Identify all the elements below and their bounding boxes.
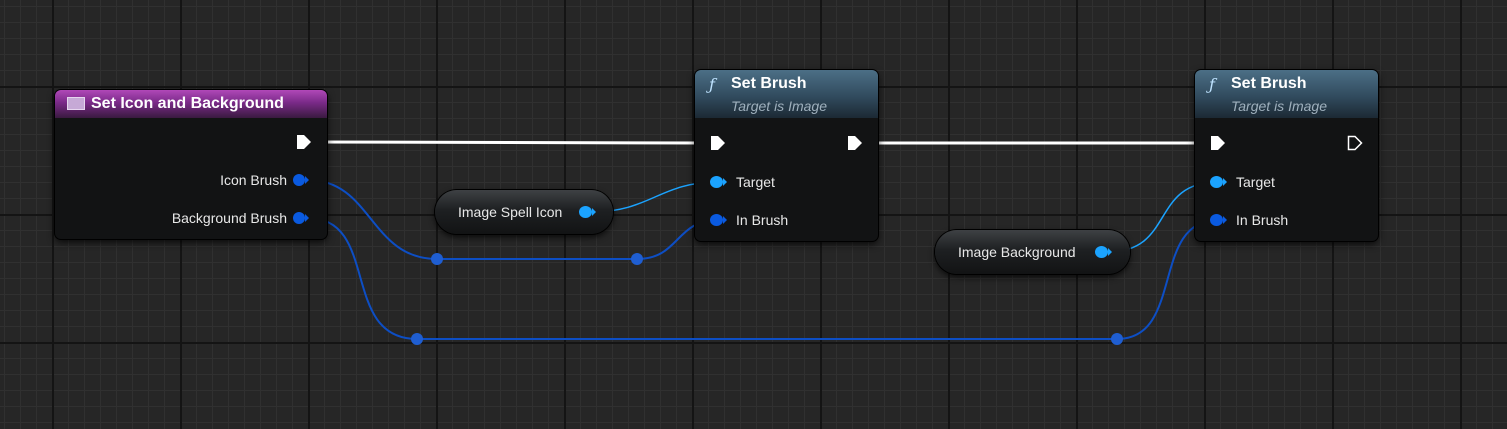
exec-out-pin[interactable] xyxy=(296,134,312,150)
in-brush-pin[interactable] xyxy=(1210,214,1227,226)
event-node-header[interactable]: Set Icon and Background xyxy=(55,90,327,118)
target-pin[interactable] xyxy=(710,176,727,188)
background-brush-pin-label: Background Brush xyxy=(171,210,287,226)
icon-brush-pin[interactable] xyxy=(293,174,309,186)
set-brush-node-1[interactable]: ƒ Set Brush Target is Image Target In Br… xyxy=(695,70,878,241)
event-icon xyxy=(67,97,85,110)
event-node-title: Set Icon and Background xyxy=(91,95,284,112)
target-pin-label: Target xyxy=(1236,174,1275,190)
exec-out-pin-unconnected[interactable] xyxy=(1347,135,1363,151)
target-pin-label: Target xyxy=(736,174,775,190)
variable-label: Image Background xyxy=(958,244,1076,260)
variable-node-image-spell-icon[interactable]: Image Spell Icon xyxy=(435,190,613,234)
set-brush-node-2-subtitle: Target is Image xyxy=(1231,98,1327,114)
set-brush-node-1-header[interactable]: ƒ Set Brush Target is Image xyxy=(695,70,878,118)
set-brush-node-2-title: Set Brush xyxy=(1231,75,1307,92)
set-brush-node-2[interactable]: ƒ Set Brush Target is Image Target In Br… xyxy=(1195,70,1378,241)
event-node-set-icon-and-background[interactable]: Set Icon and Background Icon Brush Backg… xyxy=(55,90,327,239)
icon-brush-pin-label: Icon Brush xyxy=(220,172,287,188)
set-brush-node-2-header[interactable]: ƒ Set Brush Target is Image xyxy=(1195,70,1378,118)
reroute-node-background-brush-1[interactable] xyxy=(411,333,423,345)
in-brush-pin-label: In Brush xyxy=(736,212,789,228)
variable-label: Image Spell Icon xyxy=(458,204,563,220)
variable-output-pin[interactable] xyxy=(1095,246,1112,258)
variable-output-pin[interactable] xyxy=(579,206,596,218)
in-brush-pin[interactable] xyxy=(710,214,727,226)
exec-out-pin[interactable] xyxy=(847,135,863,151)
in-brush-pin-label: In Brush xyxy=(1236,212,1289,228)
reroute-node-icon-brush-1[interactable] xyxy=(431,253,443,265)
background-brush-pin[interactable] xyxy=(293,212,309,224)
set-brush-node-1-title: Set Brush xyxy=(731,75,807,92)
target-pin[interactable] xyxy=(1210,176,1227,188)
variable-node-image-background[interactable]: Image Background xyxy=(935,230,1130,274)
exec-in-pin[interactable] xyxy=(1210,135,1226,151)
function-icon: ƒ xyxy=(1209,75,1215,94)
function-icon: ƒ xyxy=(709,75,715,94)
exec-in-pin[interactable] xyxy=(710,135,726,151)
reroute-node-background-brush-2[interactable] xyxy=(1111,333,1123,345)
wire-icon-brush-to-reroute-1[interactable] xyxy=(307,179,438,260)
exec-wire-event-to-set-brush-1[interactable] xyxy=(315,140,709,145)
reroute-node-icon-brush-2[interactable] xyxy=(631,253,643,265)
blueprint-graph-canvas[interactable]: Set Icon and Background Icon Brush Backg… xyxy=(0,0,1507,429)
set-brush-node-1-subtitle: Target is Image xyxy=(731,98,827,114)
